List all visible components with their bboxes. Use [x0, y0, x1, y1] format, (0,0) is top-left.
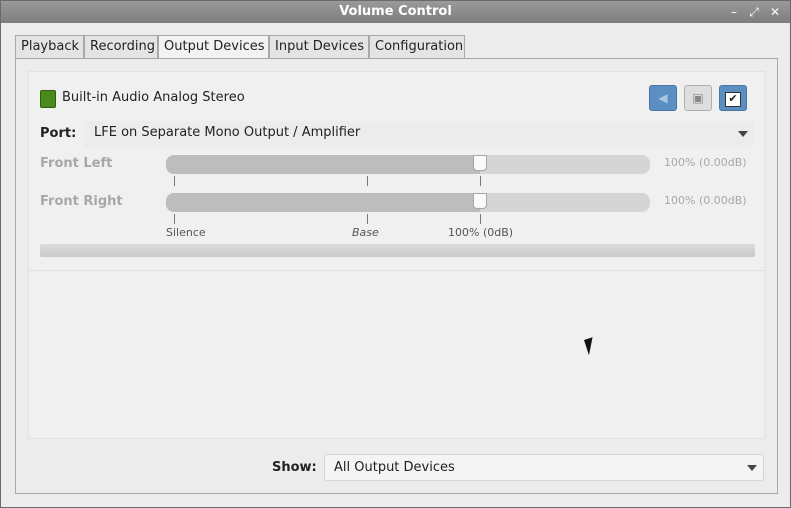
lock-icon: ▣: [692, 91, 704, 105]
front-right-value: 100% (0.00dB): [664, 194, 747, 207]
minimize-button[interactable]: –: [726, 4, 742, 20]
front-right-handle[interactable]: [473, 193, 487, 209]
tab-recording[interactable]: Recording: [84, 35, 158, 58]
tick-base: [367, 214, 368, 224]
front-right-slider[interactable]: [166, 193, 650, 212]
scale-label-norm: 100% (0dB): [448, 226, 514, 239]
lock-channels-button[interactable]: ▣: [684, 85, 712, 111]
close-button[interactable]: ✕: [767, 4, 783, 20]
tick-norm: [480, 176, 481, 186]
port-value: LFE on Separate Mono Output / Amplifier: [94, 125, 361, 140]
show-label: Show:: [272, 460, 317, 475]
tab-configuration[interactable]: Configuration: [369, 35, 465, 58]
front-left-handle[interactable]: [473, 155, 487, 171]
show-select[interactable]: All Output Devices: [324, 454, 764, 481]
audio-card-icon: [40, 90, 56, 108]
device-name: Built-in Audio Analog Stereo: [62, 90, 245, 105]
tab-input-devices[interactable]: Input Devices: [269, 35, 369, 58]
port-select[interactable]: LFE on Separate Mono Output / Amplifier: [84, 121, 754, 147]
tick-silence: [174, 176, 175, 186]
front-left-fill: [166, 155, 480, 174]
channel-label-front-left: Front Left: [40, 156, 113, 171]
device-list: Built-in Audio Analog Stereo ◀ ▣ ✔ Port:…: [28, 71, 765, 439]
tick-norm: [480, 214, 481, 224]
scale-label-silence: Silence: [166, 226, 206, 239]
set-default-button[interactable]: ✔: [719, 85, 747, 111]
channel-label-front-right: Front Right: [40, 194, 123, 209]
maximize-button[interactable]: ⤢: [746, 4, 762, 20]
tab-output-devices[interactable]: Output Devices: [158, 35, 269, 59]
front-left-value: 100% (0.00dB): [664, 156, 747, 169]
scale-label-base: Base: [352, 226, 379, 239]
front-left-slider[interactable]: [166, 155, 650, 174]
check-icon: ✔: [725, 92, 741, 107]
title-bar[interactable]: Volume Control – ⤢ ✕: [1, 1, 790, 23]
front-right-fill: [166, 193, 480, 212]
peak-level-meter: [40, 244, 755, 257]
chevron-down-icon: [738, 131, 748, 137]
volume-control-window: Volume Control – ⤢ ✕ Playback Recording …: [0, 0, 791, 508]
tick-base: [367, 176, 368, 186]
mute-button[interactable]: ◀: [649, 85, 677, 111]
window-title: Volume Control: [339, 4, 452, 19]
tab-content: Built-in Audio Analog Stereo ◀ ▣ ✔ Port:…: [15, 58, 778, 494]
mute-icon: ◀: [658, 91, 668, 105]
device-separator: [29, 270, 764, 271]
show-value: All Output Devices: [334, 460, 455, 475]
tick-silence: [174, 214, 175, 224]
tab-playback[interactable]: Playback: [15, 35, 84, 58]
port-label: Port:: [40, 126, 77, 141]
chevron-down-icon: [747, 465, 757, 471]
